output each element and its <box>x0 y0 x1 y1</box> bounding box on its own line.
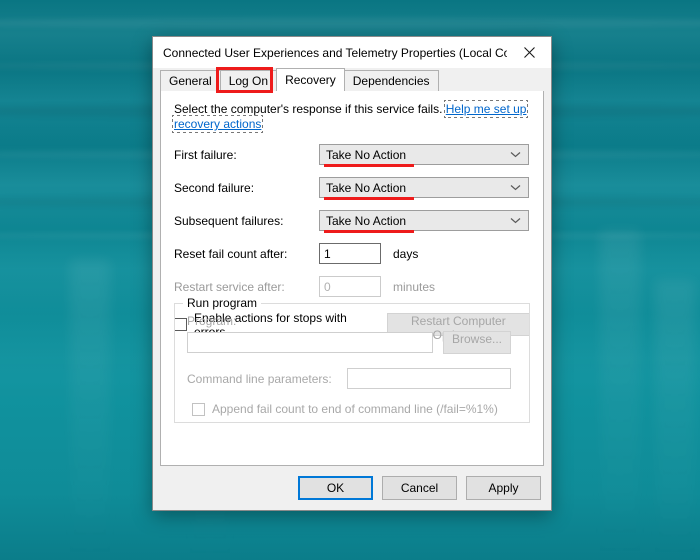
reset-fail-count-row: Reset fail count after: days <box>174 243 530 264</box>
second-failure-combobox[interactable]: Take No Action <box>319 177 529 200</box>
second-failure-row: Second failure: Take No Action <box>174 177 530 200</box>
subsequent-failures-label: Subsequent failures: <box>174 213 284 228</box>
tab-general[interactable]: General <box>160 70 221 91</box>
wallpaper-ray <box>70 260 110 560</box>
reset-fail-count-input[interactable] <box>319 243 381 264</box>
tab-recovery[interactable]: Recovery <box>276 68 345 91</box>
close-icon <box>523 47 535 58</box>
first-failure-annotation-underline <box>324 164 414 167</box>
reset-fail-count-unit: days <box>393 246 419 261</box>
reset-fail-count-label: Reset fail count after: <box>174 246 288 261</box>
program-input <box>187 332 433 353</box>
cancel-button[interactable]: Cancel <box>382 476 457 500</box>
dialog-footer: OK Cancel Apply <box>153 466 551 510</box>
title-bar: Connected User Experiences and Telemetry… <box>153 37 551 68</box>
intro-text: Select the computer's response if this s… <box>174 102 443 116</box>
run-program-legend: Run program <box>183 296 262 310</box>
subsequent-failures-value: Take No Action <box>326 213 407 228</box>
command-line-label: Command line parameters: <box>187 371 332 386</box>
chevron-down-icon <box>510 211 521 230</box>
tab-log-on[interactable]: Log On <box>219 70 278 91</box>
command-line-row: Command line parameters: <box>187 368 517 389</box>
wallpaper-streak <box>0 18 700 28</box>
append-fail-count-row: Append fail count to end of command line… <box>192 402 517 416</box>
program-label: Program: <box>187 314 237 328</box>
wallpaper-ray <box>655 280 695 560</box>
run-program-groupbox: Run program Program: Browse... Command l… <box>174 296 530 423</box>
restart-service-after-unit: minutes <box>393 279 436 294</box>
first-failure-combobox[interactable]: Take No Action <box>319 144 529 167</box>
chevron-down-icon <box>510 178 521 197</box>
second-failure-value: Take No Action <box>326 180 407 195</box>
append-fail-count-checkbox <box>192 402 205 416</box>
command-line-input <box>347 368 511 389</box>
apply-button[interactable]: Apply <box>466 476 541 500</box>
restart-service-after-input <box>319 276 381 297</box>
window-title: Connected User Experiences and Telemetry… <box>163 45 507 60</box>
first-failure-label: First failure: <box>174 147 237 162</box>
browse-button: Browse... <box>443 331 511 354</box>
first-failure-value: Take No Action <box>326 147 407 162</box>
wallpaper-ray <box>600 230 640 560</box>
close-button[interactable] <box>507 37 551 68</box>
program-row: Browse... <box>187 331 517 354</box>
second-failure-label: Second failure: <box>174 180 255 195</box>
service-properties-dialog: Connected User Experiences and Telemetry… <box>152 36 552 511</box>
tab-dependencies[interactable]: Dependencies <box>343 70 439 91</box>
chevron-down-icon <box>510 145 521 164</box>
tab-strip: General Log On Recovery Dependencies <box>153 67 551 93</box>
subsequent-failures-combobox[interactable]: Take No Action <box>319 210 529 233</box>
second-failure-annotation-underline <box>324 197 414 200</box>
subsequent-failures-annotation-underline <box>324 230 414 233</box>
intro-paragraph: Select the computer's response if this s… <box>171 100 530 133</box>
first-failure-row: First failure: Take No Action <box>174 144 530 167</box>
restart-service-after-label: Restart service after: <box>174 279 285 294</box>
restart-service-after-row: Restart service after: minutes <box>174 276 530 297</box>
append-fail-count-label: Append fail count to end of command line… <box>212 402 498 416</box>
ok-button[interactable]: OK <box>298 476 373 500</box>
recovery-tab-panel: Select the computer's response if this s… <box>160 91 544 466</box>
subsequent-failures-row: Subsequent failures: Take No Action <box>174 210 530 233</box>
